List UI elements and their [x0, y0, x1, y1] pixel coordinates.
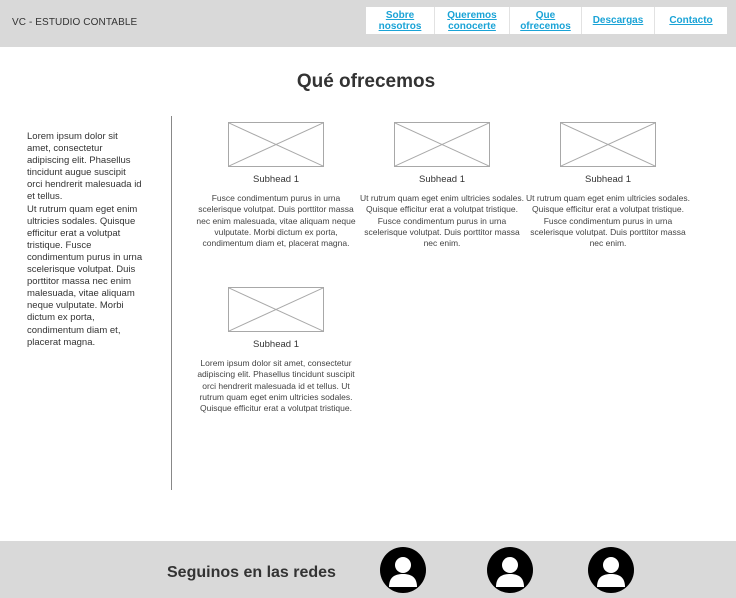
page-title: Qué ofrecemos	[296, 71, 436, 92]
image-placeholder-icon	[228, 287, 324, 332]
sidebar-paragraph: Lorem ipsum dolor sit amet, consectetur …	[27, 131, 143, 348]
user-avatar-icon[interactable]	[487, 547, 533, 593]
service-card: Subhead 1 Ut rutrum quam eget enim ultri…	[524, 122, 692, 272]
image-placeholder-icon	[228, 122, 324, 167]
card-body: Ut rutrum quam eget enim ultricies sodal…	[360, 193, 524, 249]
user-avatar-icon[interactable]	[588, 547, 634, 593]
sidebar-text: Lorem ipsum dolor sit amet, consectetur …	[27, 131, 143, 349]
nav-link-label: Queremos conocerte	[447, 9, 497, 32]
vertical-divider	[171, 116, 172, 490]
site-footer: Seguinos en las redes	[0, 541, 736, 598]
card-subhead: Subhead 1	[253, 174, 299, 185]
image-placeholder-icon	[394, 122, 490, 167]
service-card: Subhead 1 Lorem ipsum dolor sit amet, co…	[192, 287, 360, 447]
service-card: Subhead 1 Ut rutrum quam eget enim ultri…	[358, 122, 526, 272]
site-brand[interactable]: VC - ESTUDIO CONTABLE	[12, 17, 137, 28]
card-subhead: Subhead 1	[585, 174, 631, 185]
card-subhead: Subhead 1	[253, 339, 299, 350]
main-nav: Sobre nosotros Queremos conocerte Que ofrec…	[366, 7, 727, 34]
nav-link-descargas[interactable]: Descargas	[582, 7, 655, 34]
site-header: VC - ESTUDIO CONTABLE Sobre nosotros Quer…	[0, 0, 736, 47]
nav-link-label: Contacto	[669, 15, 713, 26]
image-placeholder-icon	[560, 122, 656, 167]
nav-link-sobre-nosotros[interactable]: Sobre nosotros	[366, 7, 435, 34]
card-body: Lorem ipsum dolor sit amet, consectetur …	[197, 358, 355, 414]
footer-social-title: Seguinos en las redes	[167, 564, 336, 581]
nav-link-label: Que ofrecemos	[520, 9, 571, 32]
nav-link-contacto[interactable]: Contacto	[655, 7, 727, 34]
nav-link-que-ofrecemos[interactable]: Que ofrecemos	[510, 7, 582, 34]
nav-link-label: Descargas	[592, 15, 644, 26]
nav-link-label: Sobre nosotros	[378, 9, 422, 32]
service-card: Subhead 1 Fusce condimentum purus in urn…	[192, 122, 360, 272]
card-body: Fusce condimentum purus in urna sceleris…	[196, 193, 356, 249]
card-subhead: Subhead 1	[419, 174, 465, 185]
card-body: Ut rutrum quam eget enim ultricies sodal…	[526, 193, 690, 249]
nav-link-queremos-conocerte[interactable]: Queremos conocerte	[435, 7, 510, 34]
user-avatar-icon[interactable]	[380, 547, 426, 593]
